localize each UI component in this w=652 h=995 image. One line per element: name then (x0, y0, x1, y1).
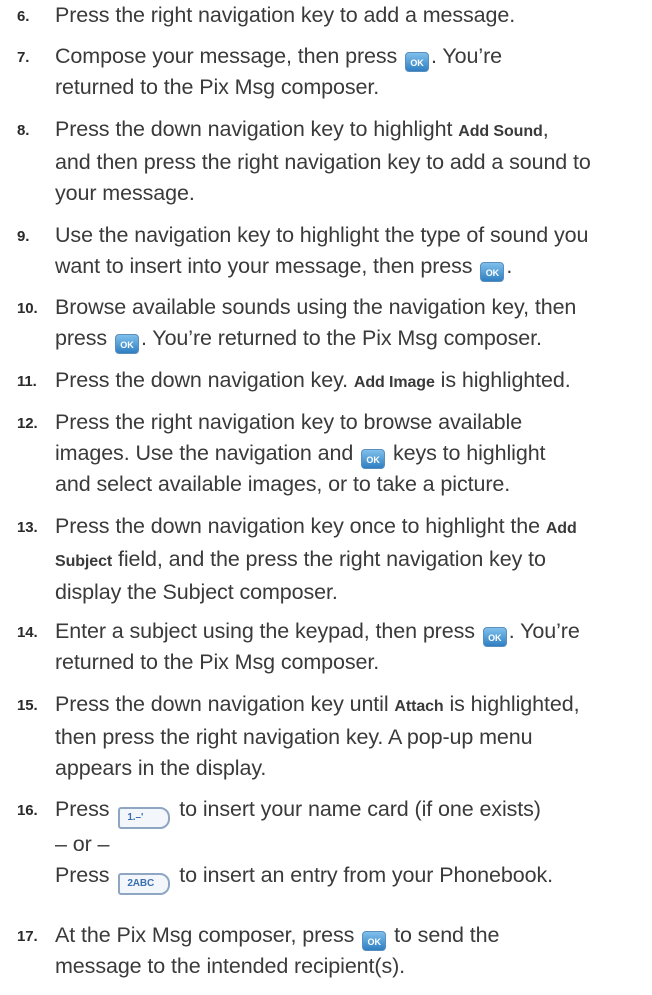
key-1-icon: 1.–' (118, 807, 171, 829)
step-text: Compose your message, then press OK. You… (55, 41, 650, 103)
menu-option-label: Add Image (353, 374, 435, 391)
step-text: Press the down navigation key once to hi… (55, 511, 650, 608)
step-text-part: to send the (394, 923, 500, 947)
step-number: 16. (17, 802, 38, 819)
step-text-part: At the Pix Msg composer, press (55, 923, 355, 947)
step-text-part: . You’re returned to the Pix Msg compose… (140, 326, 542, 350)
step-text-part: Press the down navigation key once to hi… (55, 514, 546, 538)
key-2-icon: 2ABC (118, 873, 171, 895)
step-number: 15. (17, 697, 38, 714)
step-text: At the Pix Msg composer, press OK to sen… (55, 920, 650, 982)
ok-key-icon: OK (114, 334, 139, 354)
ok-key-icon: OK (482, 627, 507, 647)
step-text-part: Press the down navigation key. (55, 368, 354, 392)
step-text-part: , (542, 117, 549, 141)
step-text-part: keys to highlight (392, 441, 546, 465)
step-text-part: then press the right navigation key. A p… (55, 725, 533, 749)
step-text-part: press (55, 326, 108, 350)
menu-option-label: Attach (394, 698, 444, 715)
step-text: Browse available sounds using the naviga… (55, 292, 650, 354)
step-text-part: – or – (55, 832, 110, 856)
step-text: Press 1.–' to insert your name card (if … (55, 794, 650, 895)
step-text-part: your message. (55, 181, 195, 205)
step-text-part: field, and the press the right navigatio… (112, 547, 546, 571)
step-text-part: want to insert into your message, then p… (55, 254, 473, 278)
step-text: Press the down navigation key until Atta… (55, 689, 650, 784)
menu-option-label: Add (545, 520, 577, 537)
step-text-part: Use the navigation key to highlight the … (55, 223, 589, 247)
step-text-part: Press the right navigation key to browse… (55, 410, 523, 434)
step-text: Press the down navigation key to highlig… (55, 114, 650, 209)
step-text-part: returned to the Pix Msg composer. (55, 650, 380, 674)
step-text-part: to insert an entry from your Phonebook. (179, 863, 553, 887)
step-text-part: Press (55, 863, 110, 887)
step-text-part: Press the down navigation key to highlig… (55, 117, 459, 141)
step-number: 11. (17, 373, 37, 390)
step-number: 17. (17, 928, 38, 945)
step-text: Press the right navigation key to add a … (55, 3, 516, 27)
step-text-part: and select available images, or to take … (55, 472, 511, 496)
step-text-part: display the Subject composer. (55, 580, 338, 604)
step-number: 8. (17, 122, 30, 139)
step-text: Use the navigation key to highlight the … (55, 220, 650, 282)
step-number: 10. (17, 300, 38, 317)
menu-option-label: Subject (55, 553, 113, 570)
step-text-part: and then press the right navigation key … (55, 150, 591, 174)
step-text-part: Press the down navigation key until (55, 692, 395, 716)
step-text-part: appears in the display. (55, 756, 267, 780)
step-text-part: Press (55, 797, 110, 821)
ok-key-icon: OK (362, 931, 387, 951)
step-text-part: Browse available sounds using the naviga… (55, 295, 577, 319)
step-text: Press the down navigation key. Add Image… (55, 365, 650, 398)
ok-key-icon: OK (361, 449, 386, 469)
menu-option-label: Add Sound (458, 123, 543, 140)
step-number: 13. (17, 519, 38, 536)
ok-key-icon: OK (405, 52, 430, 72)
step-text-part: is highlighted. (434, 368, 571, 392)
step-number: 7. (17, 49, 30, 66)
step-text-part: message to the intended recipient(s). (55, 954, 406, 978)
step-text-part: Compose your message, then press (55, 44, 398, 68)
step-number: 6. (17, 8, 30, 25)
step-text-part: to insert your name card (if one exists) (179, 797, 541, 821)
step-text-part: . You’re (508, 619, 580, 643)
step-text-part: Enter a subject using the keypad, then p… (55, 619, 475, 643)
step-text-part: returned to the Pix Msg composer. (55, 75, 380, 99)
step-number: 12. (17, 415, 38, 432)
step-text-part: images. Use the navigation and (55, 441, 354, 465)
step-number: 14. (17, 624, 38, 641)
step-number: 9. (17, 228, 30, 245)
step-text-part: . You’re (431, 44, 502, 68)
step-text-part: . (506, 254, 513, 278)
ok-key-icon: OK (480, 262, 505, 282)
step-text: Enter a subject using the keypad, then p… (55, 616, 650, 678)
step-text-part: is highlighted, (443, 692, 580, 716)
step-text: Press the right navigation key to browse… (55, 407, 650, 500)
